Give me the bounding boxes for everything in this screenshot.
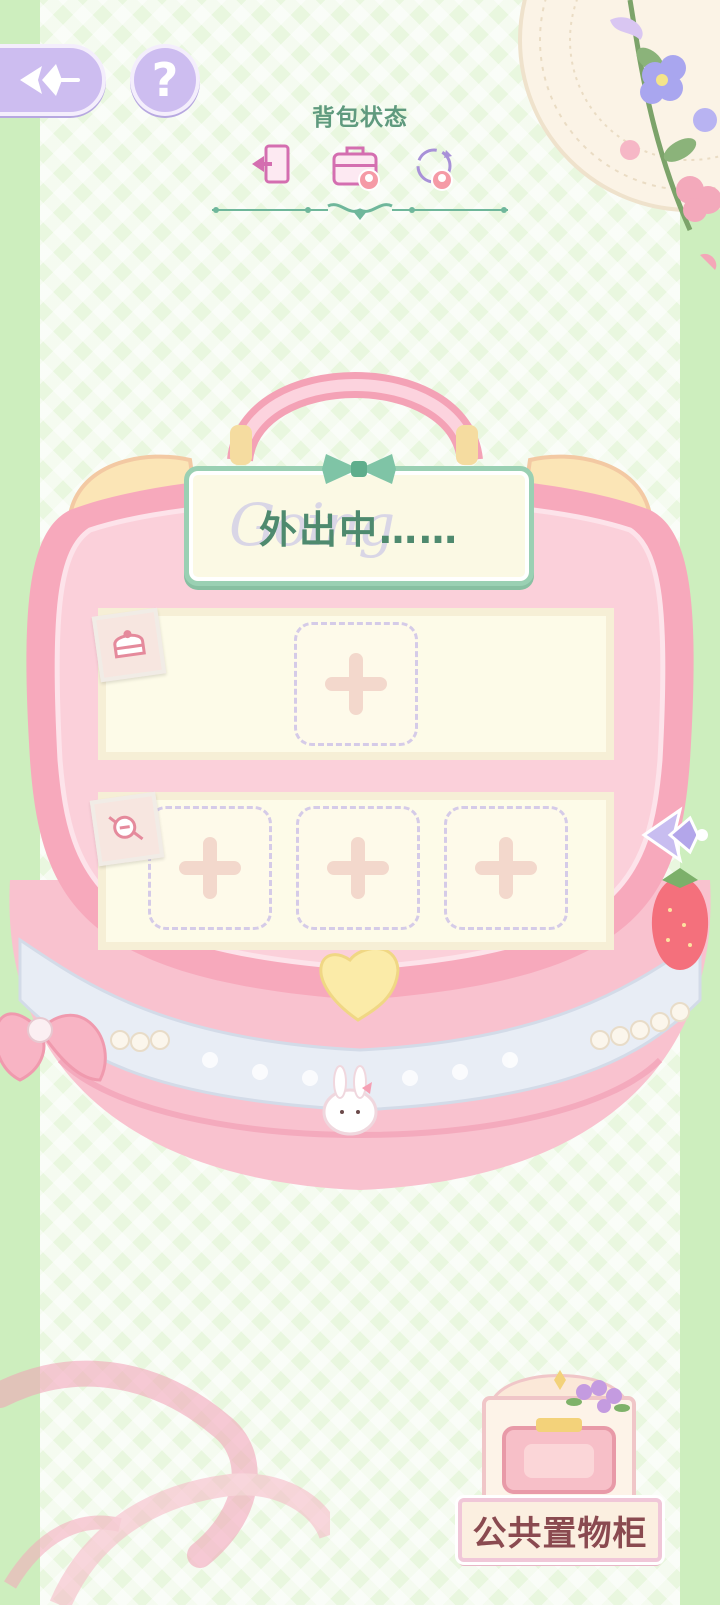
refresh-cycle-icon[interactable] <box>416 148 453 191</box>
plus-icon <box>475 837 537 899</box>
status-icon-row <box>252 144 453 191</box>
ornament-divider <box>212 203 508 220</box>
add-slot-button[interactable] <box>444 806 568 930</box>
candy-icon <box>108 815 144 841</box>
cake-icon <box>113 630 146 659</box>
slot-row-items <box>98 792 614 950</box>
slot-row-food <box>98 608 614 760</box>
food-category-tag <box>91 607 167 683</box>
exit-door-icon[interactable] <box>252 144 290 184</box>
plus-icon <box>327 837 389 899</box>
floral-lace-decoration <box>518 0 720 270</box>
plus-icon <box>325 653 387 715</box>
green-bow-icon <box>322 454 396 484</box>
item-category-tag <box>89 791 165 867</box>
add-slot-button[interactable] <box>148 806 272 930</box>
add-slot-button[interactable] <box>296 806 420 930</box>
sparkle-arrow-icon <box>20 64 80 96</box>
page-title: 背包状态 <box>312 105 408 131</box>
add-slot-button[interactable] <box>294 622 418 746</box>
briefcase-icon[interactable] <box>332 146 380 191</box>
next-page-arrow-icon[interactable] <box>640 800 710 870</box>
public-locker-label[interactable]: 公共置物柜 <box>458 1498 662 1562</box>
plus-icon <box>179 837 241 899</box>
status-label: 外出中…… <box>258 507 459 552</box>
ribbon-decoration <box>0 1360 330 1605</box>
